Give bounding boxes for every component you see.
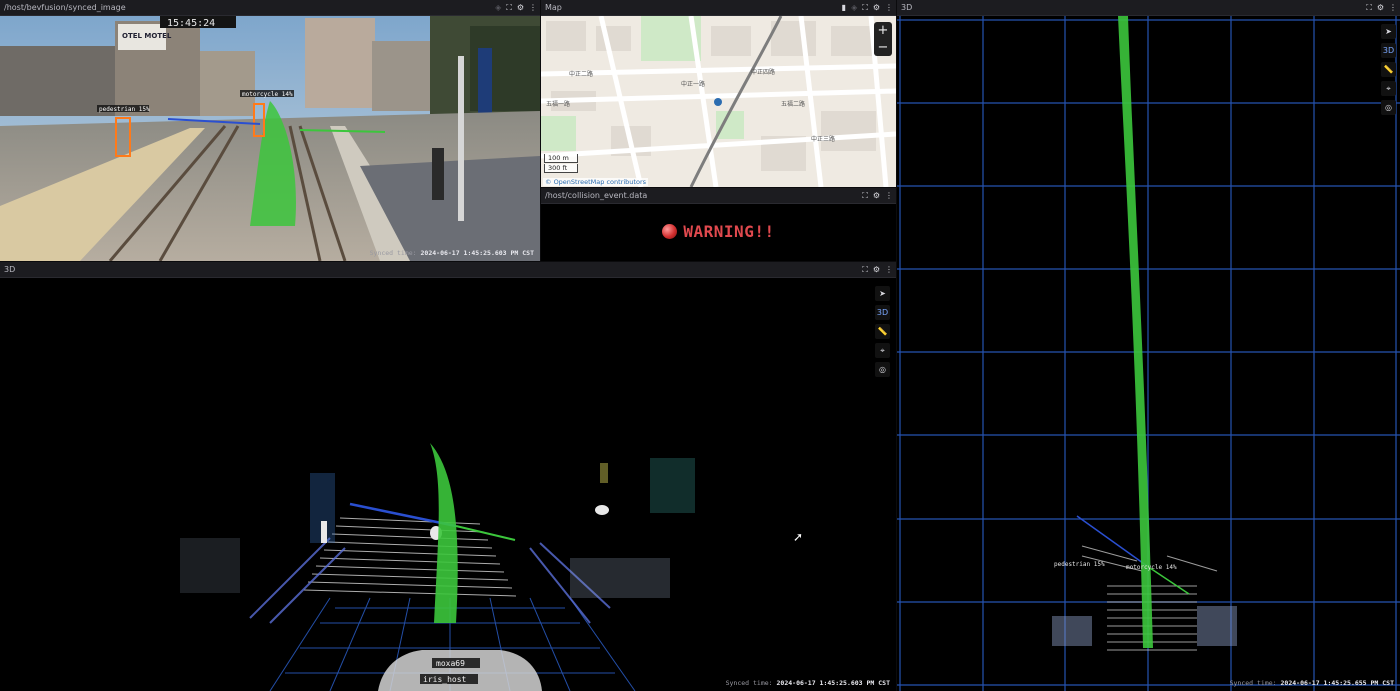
more-icon[interactable]: ⋮ [529, 0, 537, 16]
follow-camera-icon[interactable]: ◎ [875, 362, 890, 377]
3d-toolbar: ➤ 3D 📏 ⌖ ◎ [1381, 24, 1396, 115]
more-icon[interactable]: ⋮ [885, 188, 893, 204]
pedestrian-label: pedestrian 15% [99, 106, 150, 113]
select-pointer-icon[interactable]: ➤ [1381, 24, 1396, 39]
map-attribution: © OpenStreetMap contributors [543, 178, 648, 186]
svg-text:五福二路: 五福二路 [781, 100, 805, 108]
fullscreen-icon[interactable]: ⛶ [862, 188, 868, 204]
sync-icon[interactable]: ◈ [495, 0, 501, 16]
panel-header: /host/collision_event.data ⛶ ⚙ ⋮ [541, 188, 896, 204]
pedestrian-label: pedestrian 15% [1054, 561, 1105, 568]
panel-title: /host/bevfusion/synced_image [4, 3, 126, 12]
fullscreen-icon[interactable]: ⛶ [862, 0, 868, 16]
svg-text:五福一路: 五福一路 [546, 100, 570, 108]
image-panel: /host/bevfusion/synced_image ◈ ⛶ ⚙ ⋮ OTE… [0, 0, 540, 261]
scale-imperial: 300 ft [544, 164, 578, 173]
panel-title: /host/collision_event.data [545, 191, 648, 200]
more-icon[interactable]: ⋮ [885, 0, 893, 16]
gear-icon[interactable]: ⚙ [517, 0, 524, 16]
3d-toolbar: ➤ 3D 📏 ⌖ ◎ [875, 286, 890, 377]
ruler-icon[interactable]: 📏 [875, 324, 890, 339]
zoom-in-button[interactable]: + [874, 22, 892, 39]
host-label-top: moxa69 [436, 659, 465, 668]
map-zoom-controls: + − [874, 22, 892, 56]
sidebar-icon[interactable]: ▮ [842, 0, 846, 16]
topdown-scene: pedestrian 15% motorcycle 14% [897, 16, 1400, 691]
warning-body: WARNING!! [541, 204, 896, 261]
3d-panel-topdown: 3D ⛶ ⚙ ⋮ pedestrian 15% motorcycle 14% ➤… [897, 0, 1400, 691]
camera-scene: OTEL MOTEL 15:45:24 pedestrian 15% motor… [0, 16, 540, 261]
svg-text:中正一路: 中正一路 [681, 80, 705, 88]
synced-time: Synced time: 2024-06-17 1:45:25.603 PM C… [369, 249, 534, 257]
synced-time: Synced time: 2024-06-17 1:45:25.603 PM C… [725, 679, 890, 687]
panel-header: 3D ⛶ ⚙ ⋮ [0, 262, 896, 278]
3d-toggle[interactable]: 3D [1381, 43, 1396, 58]
fullscreen-icon[interactable]: ⛶ [1366, 0, 1372, 16]
gear-icon[interactable]: ⚙ [873, 0, 880, 16]
panel-title: Map [545, 3, 562, 12]
map-view[interactable]: 中正二路 中正一路 五福一路 五福二路 中正四路 中正三路 + − 100 m … [541, 16, 896, 187]
overlay-clock: 15:45:24 [167, 18, 215, 29]
gear-icon[interactable]: ⚙ [873, 262, 880, 278]
mouse-cursor-icon: ➚ [793, 530, 804, 544]
motorcycle-label: motorcycle 14% [242, 91, 293, 98]
3d-toggle[interactable]: 3D [875, 305, 890, 320]
point-cloud-scene: moxa69 iris_host [0, 278, 896, 691]
fullscreen-icon[interactable]: ⛶ [862, 262, 868, 278]
select-pointer-icon[interactable]: ➤ [875, 286, 890, 301]
red-dot-icon [662, 224, 678, 239]
detected-object [595, 505, 609, 515]
more-icon[interactable]: ⋮ [1389, 0, 1397, 16]
panel-header: Map ▮ ◈ ⛶ ⚙ ⋮ [541, 0, 896, 16]
warning-text: WARNING!! [683, 222, 775, 241]
map-tiles: 中正二路 中正一路 五福一路 五福二路 中正四路 中正三路 [541, 16, 896, 187]
gear-icon[interactable]: ⚙ [873, 188, 880, 204]
ego-vehicle [378, 650, 542, 691]
3d-panel-main: 3D ⛶ ⚙ ⋮ moxa69 iris_host ➤ 3D 📏 ⌖ ◎ ➚ S… [0, 262, 896, 691]
pedestrian-marker [321, 521, 327, 543]
warning-indicator: WARNING!! [541, 222, 896, 241]
svg-text:中正四路: 中正四路 [751, 68, 775, 76]
zoom-out-button[interactable]: − [874, 39, 892, 56]
panel-title: 3D [4, 265, 16, 274]
map-panel: Map ▮ ◈ ⛶ ⚙ ⋮ 中正二路 中正一路 五福一路 五福二路 中正四路 中… [541, 0, 896, 187]
camera-image: OTEL MOTEL 15:45:24 pedestrian 15% motor… [0, 16, 540, 261]
svg-text:中正二路: 中正二路 [569, 70, 593, 78]
panel-header: 3D ⛶ ⚙ ⋮ [897, 0, 1400, 16]
collision-event-panel: /host/collision_event.data ⛶ ⚙ ⋮ WARNING… [541, 188, 896, 261]
publish-point-icon[interactable]: ⌖ [875, 343, 890, 358]
fullscreen-icon[interactable]: ⛶ [506, 0, 512, 16]
panel-header: /host/bevfusion/synced_image ◈ ⛶ ⚙ ⋮ [0, 0, 540, 16]
sync-icon[interactable]: ◈ [851, 0, 857, 16]
more-icon[interactable]: ⋮ [885, 262, 893, 278]
map-scale: 100 m 300 ft [544, 153, 578, 173]
3d-viewport[interactable]: pedestrian 15% motorcycle 14% ➤ 3D 📏 ⌖ ◎… [897, 16, 1400, 691]
host-label-bottom: iris_host [423, 675, 467, 684]
panel-title: 3D [901, 3, 913, 12]
follow-camera-icon[interactable]: ◎ [1381, 100, 1396, 115]
publish-point-icon[interactable]: ⌖ [1381, 81, 1396, 96]
osm-link[interactable]: © OpenStreetMap [545, 178, 604, 186]
gear-icon[interactable]: ⚙ [1377, 0, 1384, 16]
motel-sign-text: OTEL MOTEL [122, 32, 172, 40]
ruler-icon[interactable]: 📏 [1381, 62, 1396, 77]
synced-time: Synced time: 2024-06-17 1:45:25.655 PM C… [1229, 679, 1394, 687]
scale-metric: 100 m [544, 154, 578, 163]
svg-text:中正三路: 中正三路 [811, 135, 835, 143]
3d-viewport[interactable]: moxa69 iris_host ➤ 3D 📏 ⌖ ◎ ➚ Synced tim… [0, 278, 896, 691]
motorcycle-label: motorcycle 14% [1126, 564, 1177, 571]
